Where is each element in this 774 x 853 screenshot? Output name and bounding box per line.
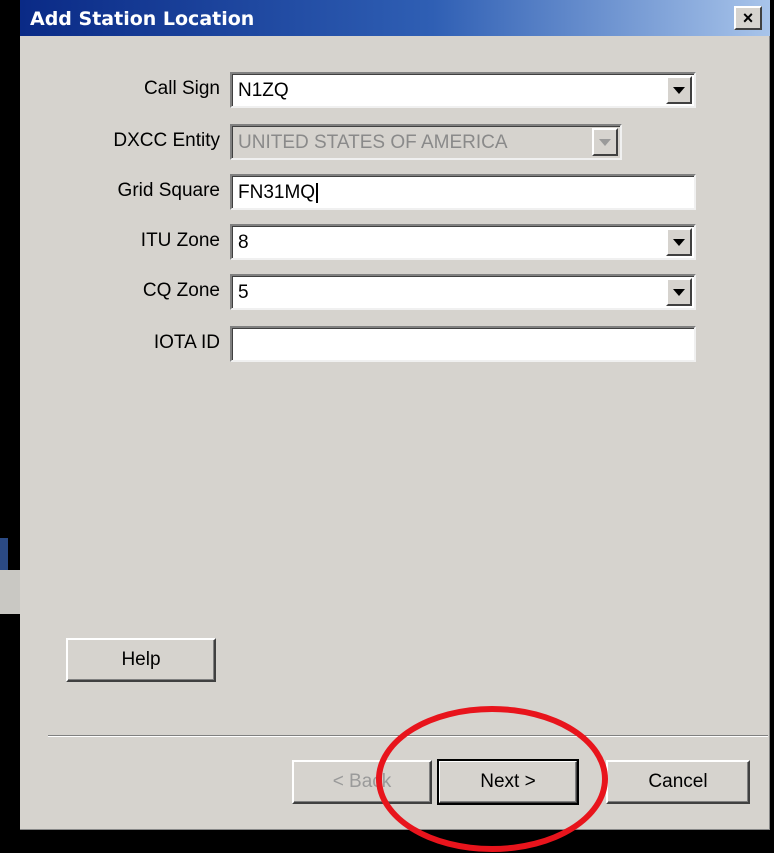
background-window-fragment [0,570,20,614]
call-sign-label: Call Sign [143,78,220,99]
grid-square-label: Grid Square [117,180,220,201]
itu-zone-combobox[interactable]: 8 [230,224,696,260]
grid-square-input[interactable]: FN31MQ [230,174,696,210]
close-button[interactable]: × [734,6,762,30]
cq-zone-combobox[interactable]: 5 [230,274,696,310]
chevron-down-icon [673,86,685,94]
chevron-down-icon [599,138,611,146]
help-button[interactable]: Help [66,638,216,682]
itu-zone-label: ITU Zone [140,230,220,251]
dxcc-entity-dropdown-button [592,128,618,156]
dxcc-entity-value: UNITED STATES OF AMERICA [238,132,508,153]
dxcc-entity-combobox: UNITED STATES OF AMERICA [230,124,622,160]
background-window-edge [0,0,20,853]
iota-id-label: IOTA ID [153,332,220,353]
cq-zone-label: CQ Zone [142,280,220,301]
title-bar[interactable]: Add Station Location × [20,0,770,36]
help-button-label: Help [121,649,161,670]
iota-id-row: IOTA ID [20,326,770,366]
call-sign-combobox[interactable]: N1ZQ [230,72,696,108]
call-sign-value: N1ZQ [238,80,289,101]
next-button-label: Next > [480,771,536,792]
chevron-down-icon [673,238,685,246]
grid-square-value: FN31MQ [238,182,316,203]
screen: Add Station Location × Call Sign N1ZQ DX… [0,0,774,853]
back-button-label: < Back [332,771,392,792]
grid-square-row: Grid Square FN31MQ [20,174,770,214]
cq-zone-row: CQ Zone 5 [20,274,770,314]
iota-id-input[interactable] [230,326,696,362]
next-button[interactable]: Next > [437,759,579,805]
text-cursor [316,182,319,203]
itu-zone-row: ITU Zone 8 [20,224,770,264]
call-sign-dropdown-button[interactable] [666,76,692,104]
back-button: < Back [292,760,432,804]
grid-square-value-wrap: FN31MQ [238,182,319,204]
cancel-button-label: Cancel [648,771,708,792]
dxcc-entity-label: DXCC Entity [113,130,220,151]
add-station-location-dialog: Add Station Location × Call Sign N1ZQ DX… [20,0,770,830]
cq-zone-dropdown-button[interactable] [666,278,692,306]
call-sign-row: Call Sign N1ZQ [20,72,770,112]
cq-zone-value: 5 [238,282,249,303]
cancel-button[interactable]: Cancel [606,760,750,804]
itu-zone-dropdown-button[interactable] [666,228,692,256]
close-icon: × [742,8,754,28]
dxcc-entity-row: DXCC Entity UNITED STATES OF AMERICA [20,124,770,164]
button-separator [48,735,768,737]
chevron-down-icon [673,288,685,296]
dialog-title: Add Station Location [30,8,255,30]
itu-zone-value: 8 [238,232,249,253]
